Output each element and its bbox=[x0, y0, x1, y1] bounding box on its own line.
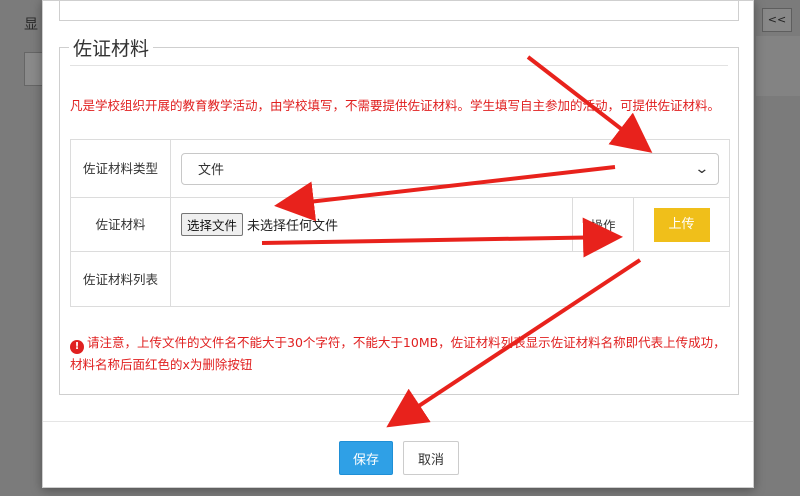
file-status-text: 未选择任何文件 bbox=[247, 219, 339, 234]
fieldset-legend: 佐证材料 bbox=[69, 34, 154, 61]
material-modal: 佐证材料 凡是学校组织开展的教育教学活动，由学校填写，不需要提供佐证材料。学生填… bbox=[42, 0, 754, 488]
exclamation-icon: ! bbox=[70, 340, 84, 354]
file-input[interactable]: 选择文件 未选择任何文件 bbox=[171, 213, 572, 236]
save-button[interactable]: 保存 bbox=[339, 441, 393, 475]
cancel-button[interactable]: 取消 bbox=[403, 441, 459, 475]
material-list-label: 佐证材料列表 bbox=[70, 251, 171, 307]
material-list-area bbox=[170, 251, 730, 307]
material-type-label: 佐证材料类型 bbox=[70, 139, 171, 198]
modal-footer: 保存 取消 bbox=[43, 421, 753, 489]
upload-button[interactable]: 上传 bbox=[653, 207, 710, 242]
material-type-value: 文件 bbox=[198, 163, 225, 178]
background-label: 显 bbox=[24, 17, 38, 33]
pager-prev-button[interactable]: << bbox=[762, 8, 792, 32]
material-file-label: 佐证材料 bbox=[70, 197, 171, 252]
evidence-form-table: 佐证材料类型 文件 ⌄ 佐证材料 选择文件 未选择任何文件 操作 上传 佐证材料… bbox=[70, 139, 730, 307]
choose-file-button[interactable]: 选择文件 bbox=[181, 213, 244, 236]
material-file-cell: 选择文件 未选择任何文件 bbox=[170, 197, 573, 252]
background-panel bbox=[756, 36, 800, 96]
previous-section-edge bbox=[59, 1, 739, 21]
upload-warning-text: 请注意，上传文件的文件名不能大于30个字符，不能大于10MB，佐证材料列表显示佐… bbox=[70, 335, 726, 372]
upload-cell: 上传 bbox=[633, 197, 730, 252]
upload-warning: ! 请注意，上传文件的文件名不能大于30个字符，不能大于10MB，佐证材料列表显示… bbox=[70, 332, 735, 375]
material-type-select[interactable]: 文件 ⌄ bbox=[181, 152, 719, 185]
operation-label: 操作 bbox=[572, 197, 634, 252]
legend-divider bbox=[70, 65, 728, 66]
evidence-fieldset: 佐证材料 凡是学校组织开展的教育教学活动，由学校填写，不需要提供佐证材料。学生填… bbox=[59, 34, 739, 395]
material-type-cell: 文件 ⌄ bbox=[170, 139, 730, 198]
chevron-down-icon: ⌄ bbox=[694, 160, 710, 177]
evidence-note: 凡是学校组织开展的教育教学活动，由学校填写，不需要提供佐证材料。学生填写自主参加… bbox=[70, 98, 721, 113]
